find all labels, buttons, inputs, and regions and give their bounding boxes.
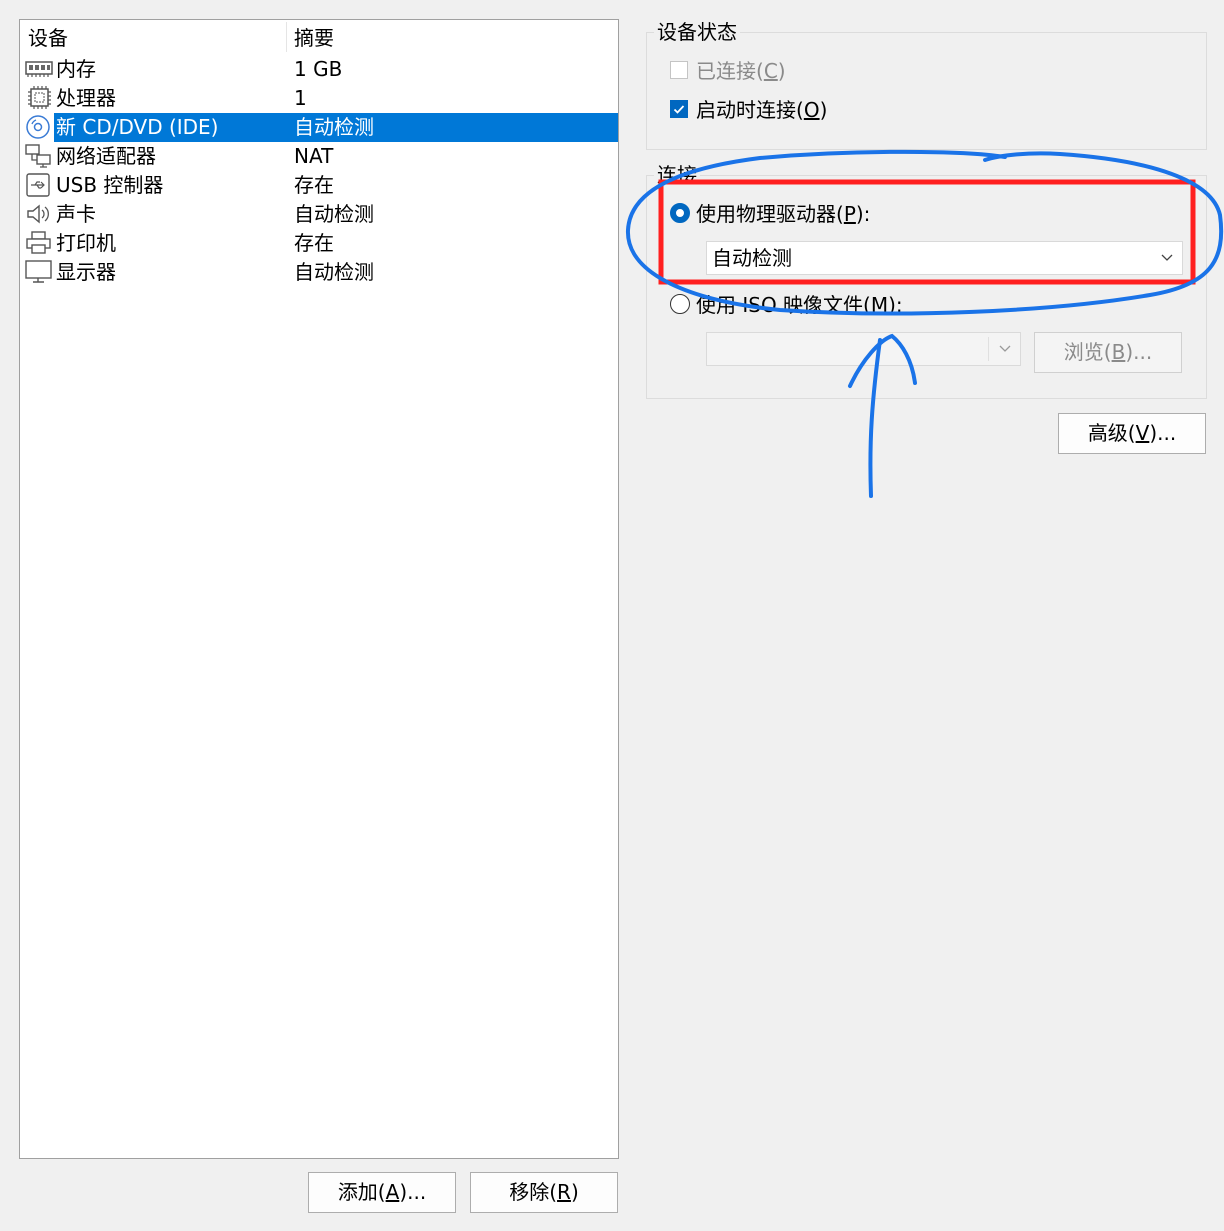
advanced-button-suffix: )... [1149, 421, 1177, 445]
chevron-down-icon [1161, 254, 1173, 261]
remove-button-suffix: ) [570, 1180, 579, 1204]
remove-button-mnemonic: R [557, 1180, 571, 1204]
browse-button-suffix: )... [1125, 340, 1153, 364]
connection-title: 连接 [654, 163, 700, 187]
iso-image-path-combo[interactable] [706, 332, 1021, 366]
iso-image-suffix: ): [888, 293, 903, 317]
advanced-button-label: 高级( [1087, 421, 1136, 445]
iso-image-text: 使用 ISO 映像文件( [696, 293, 871, 317]
device-list-header: 设备 摘要 [20, 20, 618, 54]
column-header-device[interactable]: 设备 [28, 26, 68, 50]
device-status-group [646, 32, 1207, 150]
iso-image-label[interactable]: 使用 ISO 映像文件(M): [696, 293, 903, 317]
advanced-button-mnemonic: V [1135, 421, 1150, 445]
browse-button[interactable]: 浏览(B)... [1034, 332, 1182, 373]
remove-button[interactable]: 移除(R) [470, 1172, 618, 1213]
connected-mnemonic: C [763, 59, 778, 83]
device-summary: NAT [294, 144, 334, 168]
device-row-memory[interactable]: 内存 1 GB [20, 55, 618, 84]
device-row-usb-controller[interactable]: USB 控制器 存在 [20, 171, 618, 200]
memory-icon [25, 56, 53, 82]
device-summary: 存在 [294, 173, 334, 197]
connected-suffix: ) [777, 59, 786, 83]
device-name: 新 CD/DVD (IDE) [56, 115, 219, 139]
connect-at-power-on-label[interactable]: 启动时连接(O) [696, 98, 827, 122]
chevron-down-icon [999, 345, 1011, 352]
physical-drive-radio[interactable] [670, 203, 690, 223]
physical-drive-value: 自动检测 [712, 246, 792, 270]
physical-drive-suffix: ): [855, 202, 871, 226]
combo-divider [988, 337, 989, 361]
remove-button-label: 移除( [509, 1180, 558, 1204]
connect-at-power-on-mnemonic: O [803, 98, 820, 122]
browse-button-mnemonic: B [1111, 340, 1126, 364]
browse-button-label: 浏览( [1063, 340, 1112, 364]
add-button-suffix: )... [399, 1180, 427, 1204]
device-name: 打印机 [56, 231, 116, 255]
device-row-network-adapter[interactable]: 网络适配器 NAT [20, 142, 618, 171]
connected-text: 已连接( [696, 59, 764, 83]
device-row-sound-card[interactable]: 声卡 自动检测 [20, 200, 618, 229]
column-divider[interactable] [286, 22, 287, 52]
network-adapter-icon [25, 143, 53, 169]
device-summary: 自动检测 [294, 202, 374, 226]
checkmark-icon [673, 105, 685, 114]
add-button[interactable]: 添加(A)... [308, 1172, 456, 1213]
connect-at-power-on-checkbox[interactable] [670, 100, 688, 118]
connected-checkbox[interactable] [670, 61, 688, 79]
sound-card-icon [25, 201, 53, 227]
usb-controller-icon [25, 172, 53, 198]
device-summary: 自动检测 [294, 260, 374, 284]
iso-image-mnemonic: M [870, 293, 889, 317]
iso-image-radio[interactable] [670, 294, 690, 314]
device-summary: 自动检测 [294, 115, 374, 139]
device-row-processor[interactable]: 处理器 1 [20, 84, 618, 113]
device-status-title: 设备状态 [654, 20, 740, 44]
connect-at-power-on-text: 启动时连接( [696, 98, 804, 122]
cd-dvd-icon [25, 114, 53, 140]
add-button-label: 添加( [337, 1180, 386, 1204]
connected-label[interactable]: 已连接(C) [696, 59, 786, 83]
device-row-printer[interactable]: 打印机 存在 [20, 229, 618, 258]
device-row-cd-dvd[interactable]: 新 CD/DVD (IDE) 自动检测 [20, 113, 618, 142]
device-list[interactable]: 设备 摘要 内存 1 GB 处理器 1 新 CD/DVD (IDE) 自动检测 … [19, 19, 619, 1159]
device-name: 网络适配器 [56, 144, 156, 168]
advanced-button[interactable]: 高级(V)... [1058, 413, 1206, 454]
device-name: 内存 [56, 57, 96, 81]
physical-drive-select[interactable]: 自动检测 [706, 241, 1183, 275]
connect-at-power-on-suffix: ) [819, 98, 828, 122]
add-button-mnemonic: A [385, 1180, 400, 1204]
device-name: USB 控制器 [56, 173, 164, 197]
device-summary: 1 GB [294, 57, 343, 81]
physical-drive-label[interactable]: 使用物理驱动器(P): [696, 202, 870, 226]
device-summary: 1 [294, 86, 307, 110]
physical-drive-text: 使用物理驱动器( [696, 202, 844, 226]
processor-icon [25, 85, 53, 111]
device-row-display[interactable]: 显示器 自动检测 [20, 258, 618, 287]
printer-icon [25, 230, 53, 256]
display-icon [25, 259, 53, 285]
device-name: 显示器 [56, 260, 116, 284]
device-name: 处理器 [56, 86, 116, 110]
device-name: 声卡 [56, 202, 96, 226]
physical-drive-mnemonic: P [843, 202, 856, 226]
column-header-summary[interactable]: 摘要 [294, 26, 334, 50]
device-summary: 存在 [294, 231, 334, 255]
